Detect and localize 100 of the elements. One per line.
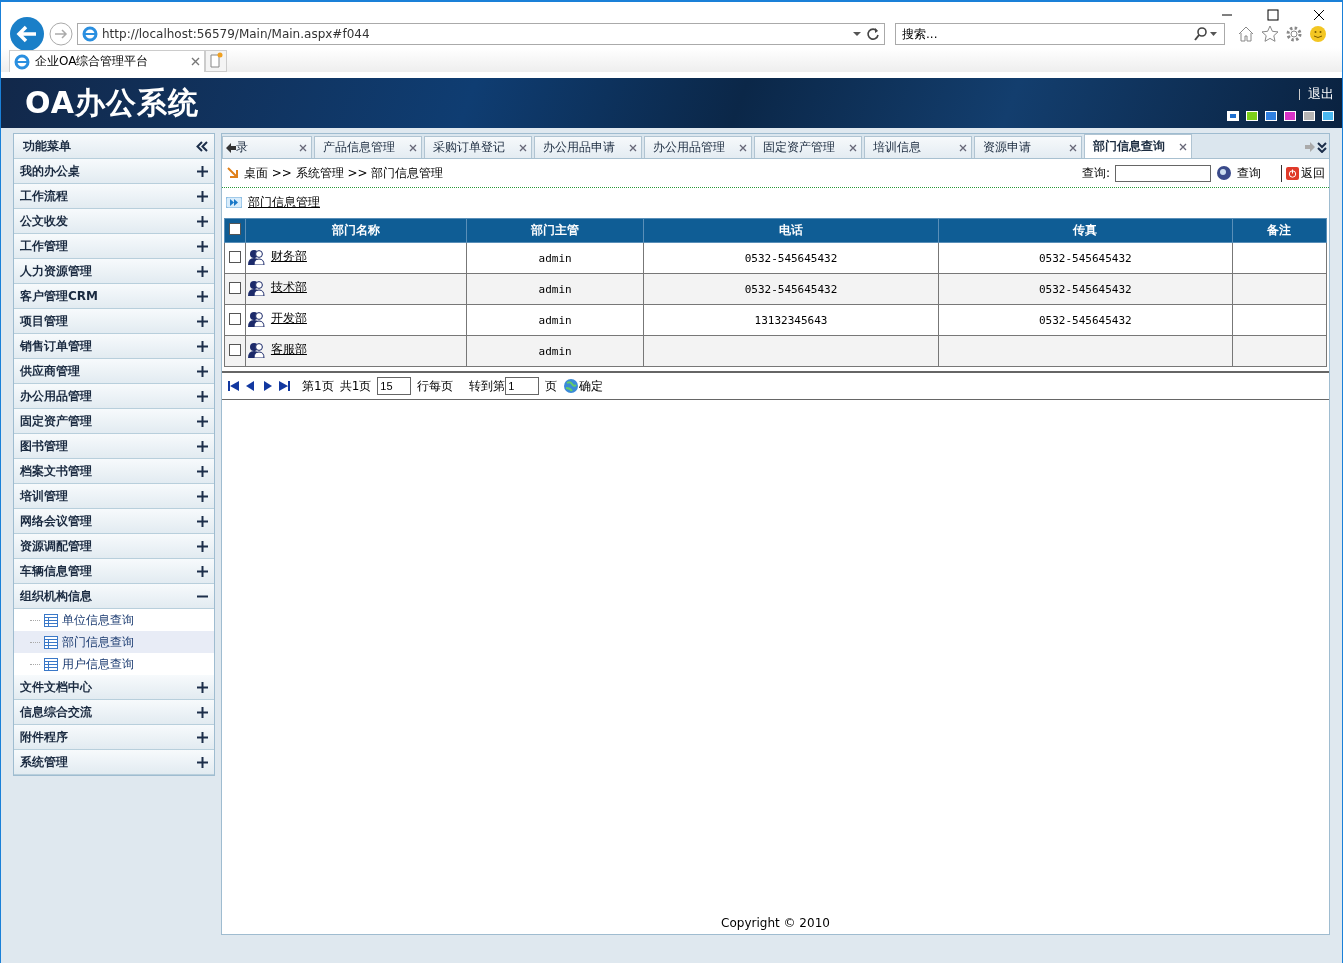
submenu-item[interactable]: 单位信息查询 xyxy=(14,609,214,631)
close-icon[interactable] xyxy=(959,143,967,152)
tab[interactable]: 固定资产管理 xyxy=(754,136,862,158)
plus-icon[interactable] xyxy=(197,340,208,352)
submenu-item[interactable]: 用户信息查询 xyxy=(14,653,214,675)
menu-item[interactable]: 办公用品管理 xyxy=(14,384,214,409)
left-arrow-icon[interactable] xyxy=(226,142,236,153)
department-link[interactable]: 财务部 xyxy=(270,248,307,265)
menu-item[interactable]: 人力资源管理 xyxy=(14,259,214,284)
plus-icon[interactable] xyxy=(197,290,208,302)
menu-item[interactable]: 信息综合交流 xyxy=(14,700,214,725)
menu-item[interactable]: 文件文档中心 xyxy=(14,675,214,700)
skin-swatch[interactable] xyxy=(1322,111,1334,121)
checkbox[interactable] xyxy=(228,223,241,235)
menu-item[interactable]: 资源调配管理 xyxy=(14,534,214,559)
home-icon[interactable] xyxy=(1237,25,1255,43)
menu-item[interactable]: 组织机构信息 xyxy=(14,584,214,609)
menu-item[interactable]: 客户管理CRM xyxy=(14,284,214,309)
plus-icon[interactable] xyxy=(197,731,208,743)
browser-tab[interactable]: 企业OA综合管理平台 xyxy=(9,50,205,72)
tab[interactable]: 培训信息 xyxy=(864,136,972,158)
plus-icon[interactable] xyxy=(197,365,208,377)
plus-icon[interactable] xyxy=(197,190,208,202)
menu-item[interactable]: 附件程序 xyxy=(14,725,214,750)
menu-item[interactable]: 档案文书管理 xyxy=(14,459,214,484)
menu-item[interactable]: 培训管理 xyxy=(14,484,214,509)
department-link[interactable]: 技术部 xyxy=(270,279,307,296)
smiley-icon[interactable] xyxy=(1309,25,1327,43)
plus-icon[interactable] xyxy=(197,440,208,452)
department-link[interactable]: 开发部 xyxy=(270,310,307,327)
goto-page-field[interactable]: 1 xyxy=(505,377,540,395)
plus-icon[interactable] xyxy=(197,515,208,527)
settings-icon[interactable] xyxy=(1285,25,1303,43)
tab[interactable]: 资源申请 xyxy=(974,136,1082,158)
plus-icon[interactable] xyxy=(197,215,208,227)
tab[interactable]: 产品信息管理 xyxy=(314,136,422,158)
tab[interactable]: 办公用品申请 xyxy=(534,136,642,158)
menu-item[interactable]: 我的办公桌 xyxy=(14,159,214,184)
plus-icon[interactable] xyxy=(197,706,208,718)
checkbox[interactable] xyxy=(228,343,241,356)
skin-swatch[interactable] xyxy=(1284,111,1296,121)
menu-item[interactable]: 工作管理 xyxy=(14,234,214,259)
chevron-down-icon[interactable] xyxy=(1317,141,1327,153)
back-button[interactable]: 返回 xyxy=(1301,164,1325,182)
tab[interactable]: 部门信息查询 xyxy=(1084,134,1192,158)
checkbox[interactable] xyxy=(228,312,241,325)
search-field[interactable]: 搜索... xyxy=(895,23,1225,45)
skin-swatch[interactable] xyxy=(1227,111,1239,121)
plus-icon[interactable] xyxy=(197,681,208,693)
address-bar[interactable]: http://localhost:56579/Main/Main.aspx#f044 xyxy=(77,23,885,45)
close-icon[interactable] xyxy=(629,143,637,152)
close-icon[interactable] xyxy=(409,143,417,152)
plus-icon[interactable] xyxy=(197,756,208,768)
menu-item[interactable]: 车辆信息管理 xyxy=(14,559,214,584)
confirm-button[interactable]: 确定 xyxy=(579,377,604,395)
back-icon[interactable] xyxy=(9,16,45,52)
close-icon[interactable] xyxy=(1179,142,1187,151)
skin-swatch[interactable] xyxy=(1246,111,1258,121)
menu-item[interactable]: 图书管理 xyxy=(14,434,214,459)
close-icon[interactable] xyxy=(1069,143,1077,152)
plus-icon[interactable] xyxy=(197,565,208,577)
first-page-icon[interactable] xyxy=(228,381,239,391)
skin-swatch[interactable] xyxy=(1265,111,1277,121)
checkbox[interactable] xyxy=(228,250,241,263)
plus-icon[interactable] xyxy=(197,390,208,402)
query-button[interactable]: 查询 xyxy=(1237,164,1261,182)
menu-item[interactable]: 销售订单管理 xyxy=(14,334,214,359)
menu-item[interactable]: 固定资产管理 xyxy=(14,409,214,434)
query-field[interactable] xyxy=(1115,164,1211,182)
submenu-item[interactable]: 部门信息查询 xyxy=(14,631,214,653)
logout-link[interactable]: 退出 xyxy=(1308,85,1334,103)
close-icon[interactable] xyxy=(191,57,200,66)
plus-icon[interactable] xyxy=(197,490,208,502)
next-page-icon[interactable] xyxy=(262,381,273,391)
tab[interactable]: 采购订单登记 xyxy=(424,136,532,158)
checkbox[interactable] xyxy=(228,281,241,294)
plus-icon[interactable] xyxy=(197,315,208,327)
plus-icon[interactable] xyxy=(197,265,208,277)
menu-item[interactable]: 公文收发 xyxy=(14,209,214,234)
close-icon[interactable] xyxy=(519,143,527,152)
section-title[interactable]: 部门信息管理 xyxy=(248,194,320,211)
tab[interactable]: 办公用品管理 xyxy=(644,136,752,158)
skin-swatch[interactable] xyxy=(1303,111,1315,121)
collapse-icon[interactable] xyxy=(196,140,208,152)
close-icon[interactable] xyxy=(849,143,857,152)
power-icon[interactable] xyxy=(1286,166,1299,180)
menu-item[interactable]: 供应商管理 xyxy=(14,359,214,384)
close-icon[interactable] xyxy=(299,143,307,152)
plus-icon[interactable] xyxy=(197,165,208,177)
dropdown-icon[interactable] xyxy=(852,29,862,39)
menu-item[interactable]: 项目管理 xyxy=(14,309,214,334)
last-page-icon[interactable] xyxy=(279,381,290,391)
department-link[interactable]: 客服部 xyxy=(270,341,307,358)
plus-icon[interactable] xyxy=(197,415,208,427)
menu-item[interactable]: 系统管理 xyxy=(14,750,214,775)
plus-icon[interactable] xyxy=(197,240,208,252)
previous-page-icon[interactable] xyxy=(245,381,256,391)
tab[interactable]: 录 xyxy=(222,136,312,158)
plus-icon[interactable] xyxy=(197,465,208,477)
menu-item[interactable]: 工作流程 xyxy=(14,184,214,209)
